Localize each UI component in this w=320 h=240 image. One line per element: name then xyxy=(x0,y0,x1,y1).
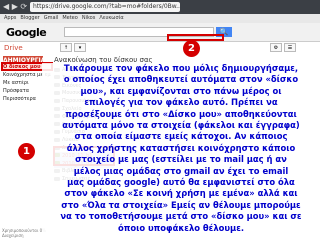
more-button[interactable]: ▾ xyxy=(74,43,86,52)
step-badge-2: 2 xyxy=(183,40,200,57)
instruction-line: επιλογές για τον φάκελο αυτό. Πρέπει να xyxy=(84,97,278,108)
instruction-text: Τικάρουμε τον φάκελο που μόλις δημιουργή… xyxy=(42,63,320,240)
highlight-toolbar-options xyxy=(167,34,224,41)
settings-button[interactable]: ⚙ xyxy=(270,43,282,52)
address-bar[interactable]: https://drive.google.com/?tab=mo#folders… xyxy=(30,2,180,12)
instruction-line: μέλος μιας ομάδας στο gmail αν έχει το e… xyxy=(73,165,289,176)
drive-label: Drive xyxy=(4,44,23,52)
instruction-line: μου», και εμφανίζονται στο πάνω μέρος οι xyxy=(80,85,282,96)
instruction-line: να το τοποθετήσουμε μετά στο «δίσκο μου»… xyxy=(60,211,302,222)
instruction-line: ο οποίος έχει αποθηκευτεί αυτόματα στον … xyxy=(63,74,299,85)
instruction-line: Τικάρουμε τον φάκελο που μόλις δημιουργή… xyxy=(63,63,299,73)
browser-nav-icons[interactable]: ◀ ▶ ⟳ xyxy=(3,2,27,12)
instruction-line: αυτόματα μόνο τα στοιχεία (φάκελοι και έ… xyxy=(62,120,300,131)
instruction-line: προσέξουμε ότι στο «Δίσκο μου» αποθηκεύο… xyxy=(65,108,297,119)
view-toggle-button[interactable]: ☰ xyxy=(284,43,296,52)
instruction-line: στο «Όλα τα στοιχεία» Εμείς αν θέλουμε μ… xyxy=(61,199,301,210)
instruction-line: όποιο υποφάκελο θέλουμε. xyxy=(117,222,245,233)
upload-button[interactable]: ↑ xyxy=(60,43,72,52)
bookmarks-bar: Apps Blogger Gmail Meteo Nikos Λευκωσία xyxy=(0,14,320,23)
instruction-line: μας ομάδας google) αυτό θα εμφανιστεί στ… xyxy=(67,177,295,188)
drive-toolbar: Drive ↑ ▾ ⚙ ☰ xyxy=(0,42,320,54)
instruction-line: άλλος χρήστης καταστήσει κοινόχρηστο κάπ… xyxy=(66,142,296,153)
step-badge-1: 1 xyxy=(18,143,35,160)
instruction-line: στα οποία είμαστε εμείς κάτοχοι. Αν κάπο… xyxy=(74,131,288,142)
instruction-line: στον φάκελο «Σε κοινή χρήση με εμένα» αλ… xyxy=(64,188,298,199)
bookmark-item[interactable]: Blogger xyxy=(20,15,39,21)
google-header: Google 🔍 xyxy=(0,23,320,42)
bookmark-item[interactable]: Λευκωσία xyxy=(99,15,123,21)
bookmark-item[interactable]: Apps xyxy=(4,15,16,21)
browser-toolbar: ◀ ▶ ⟳ https://drive.google.com/?tab=mo#f… xyxy=(0,0,320,14)
bookmark-item[interactable]: Gmail xyxy=(44,15,59,21)
bookmark-item[interactable]: Meteo xyxy=(62,15,78,21)
google-logo[interactable]: Google xyxy=(6,26,47,39)
bookmark-item[interactable]: Nikos xyxy=(82,15,96,21)
instruction-line: στοιχείο με μας (εστείλει με το mail μας… xyxy=(75,154,287,165)
